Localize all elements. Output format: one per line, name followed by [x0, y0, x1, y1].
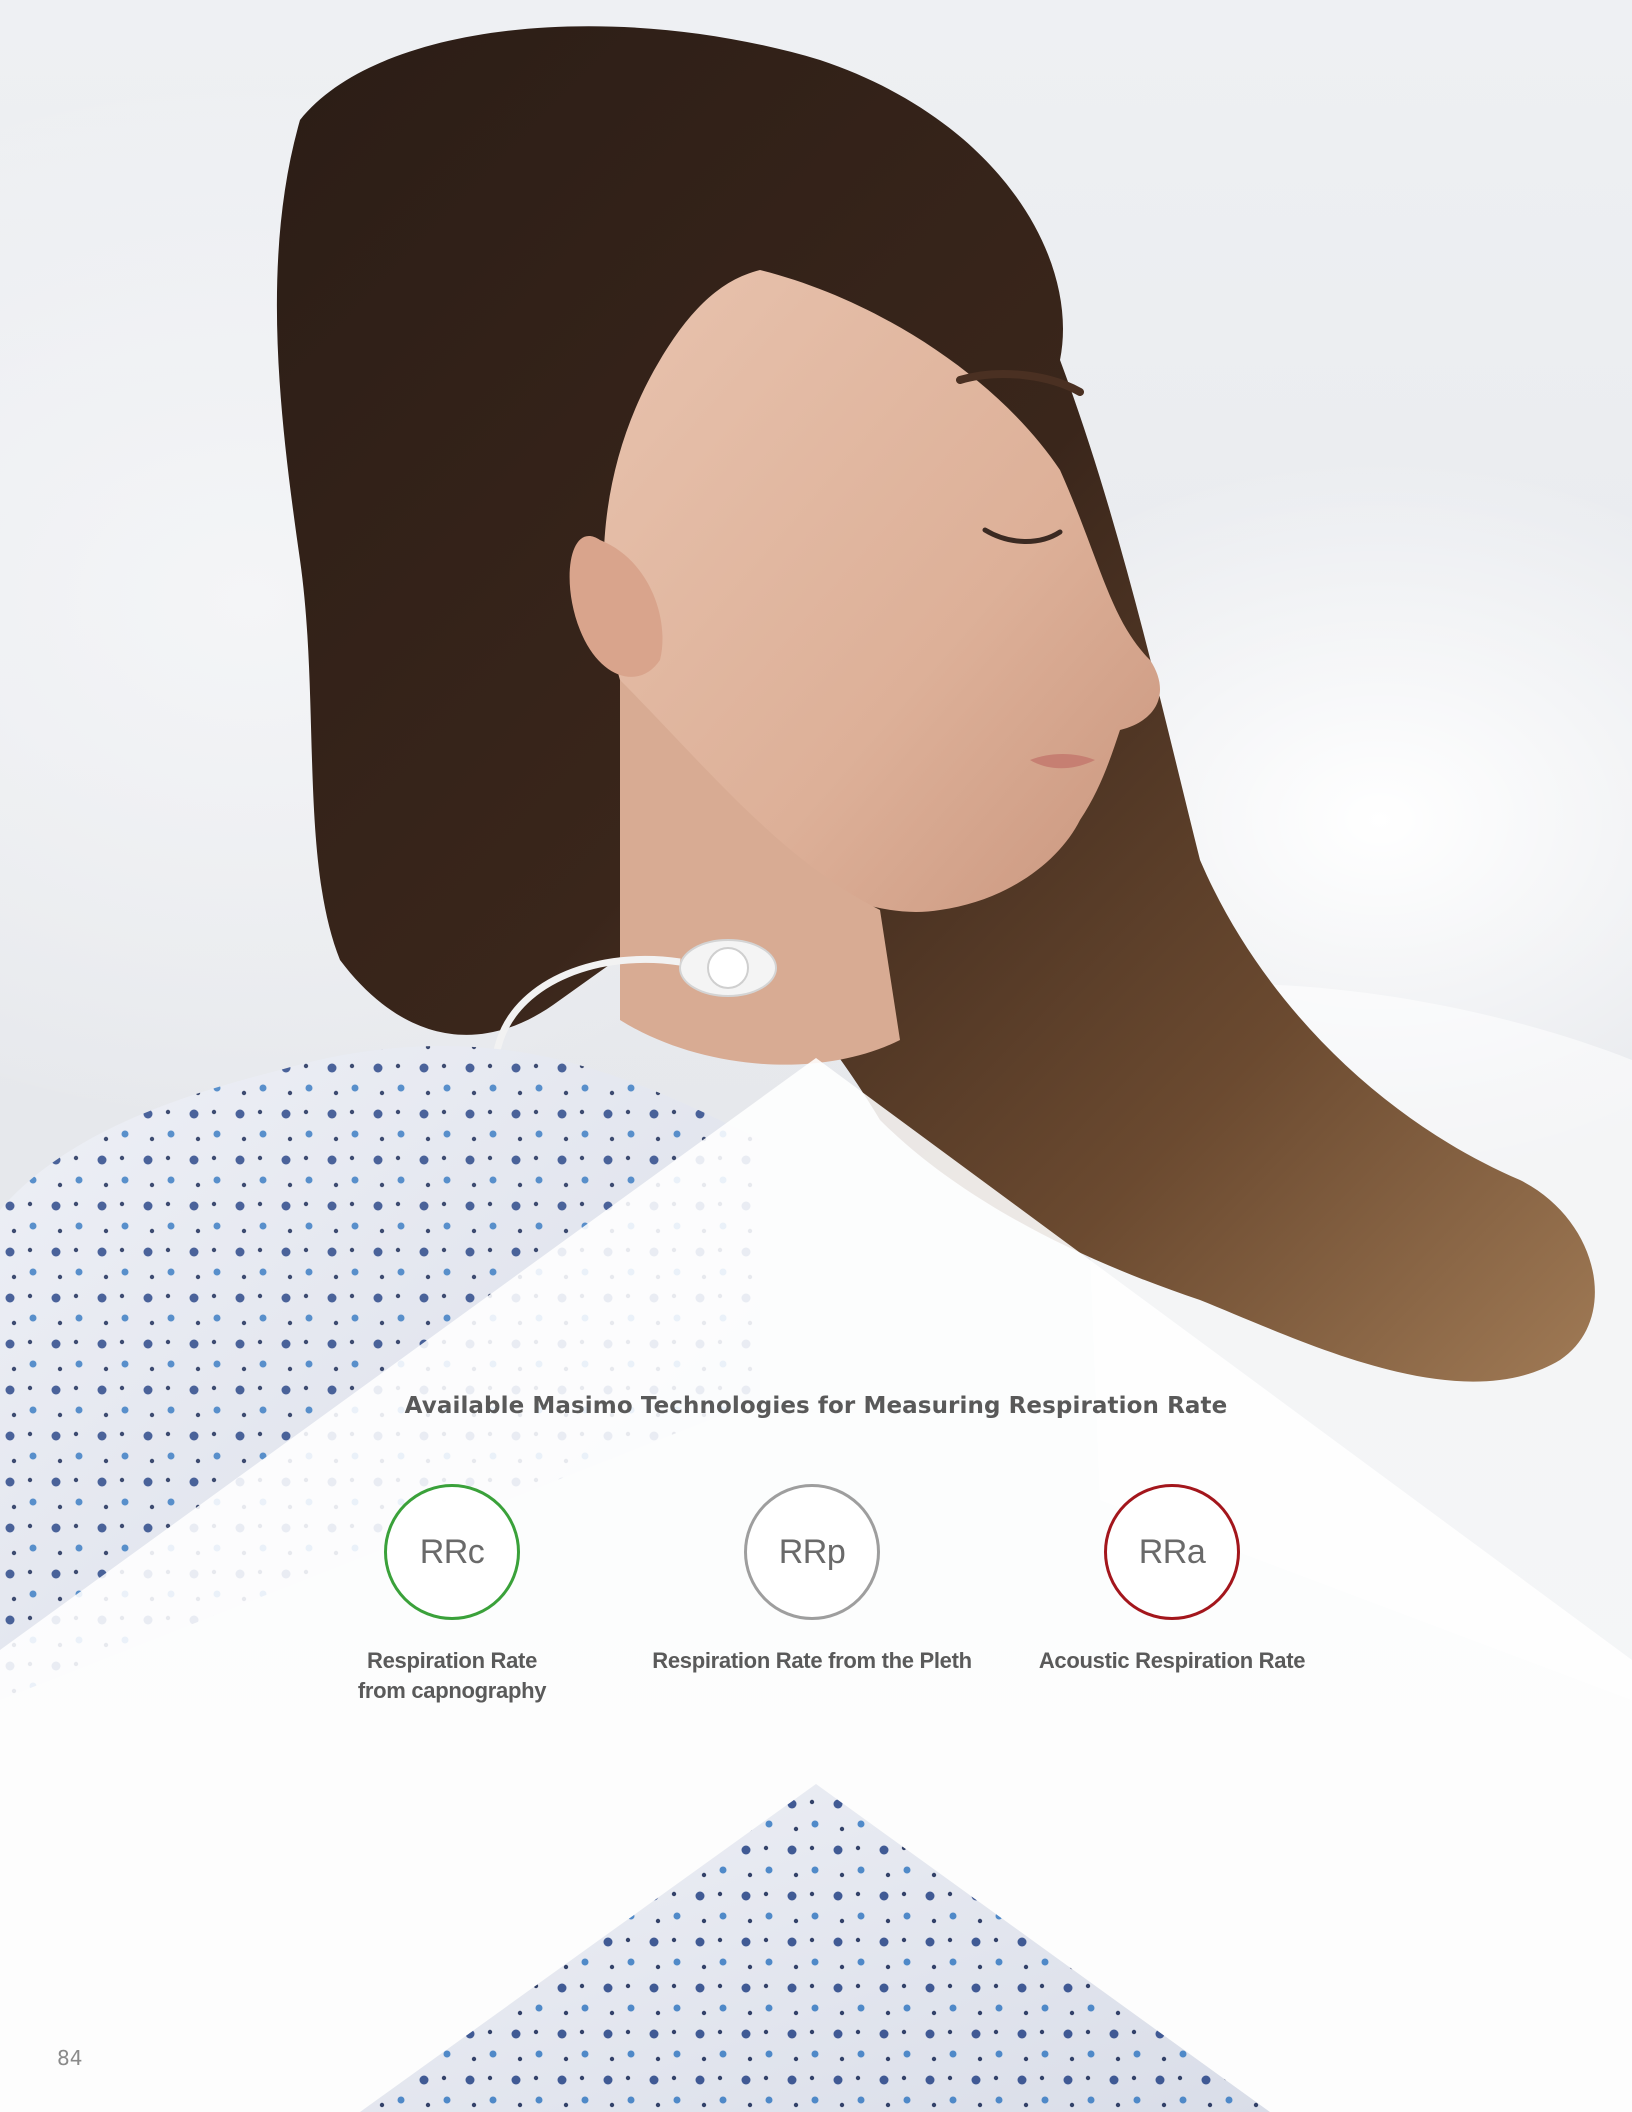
rrc-label: Respiration Rate from capnography — [357, 1648, 547, 1703]
patient-photo — [0, 0, 1632, 2112]
brochure-page: Available Masimo Technologies for Measur… — [0, 0, 1632, 2112]
technology-rrp: RRp Respiration Rate from the Pleth — [632, 1484, 992, 1676]
rra-badge: RRa — [1104, 1484, 1240, 1620]
section-heading: Available Masimo Technologies for Measur… — [404, 1393, 1228, 1419]
technology-rra: RRa Acoustic Respiration Rate — [992, 1484, 1352, 1676]
rrc-badge: RRc — [384, 1484, 520, 1620]
rra-label: Acoustic Respiration Rate — [1038, 1648, 1306, 1673]
page-number: 84 — [57, 2046, 83, 2070]
rrp-badge: RRp — [744, 1484, 880, 1620]
rrp-label: Respiration Rate from the Pleth — [652, 1648, 972, 1673]
technology-rrc: RRc Respiration Rate from capnography — [272, 1484, 632, 1706]
